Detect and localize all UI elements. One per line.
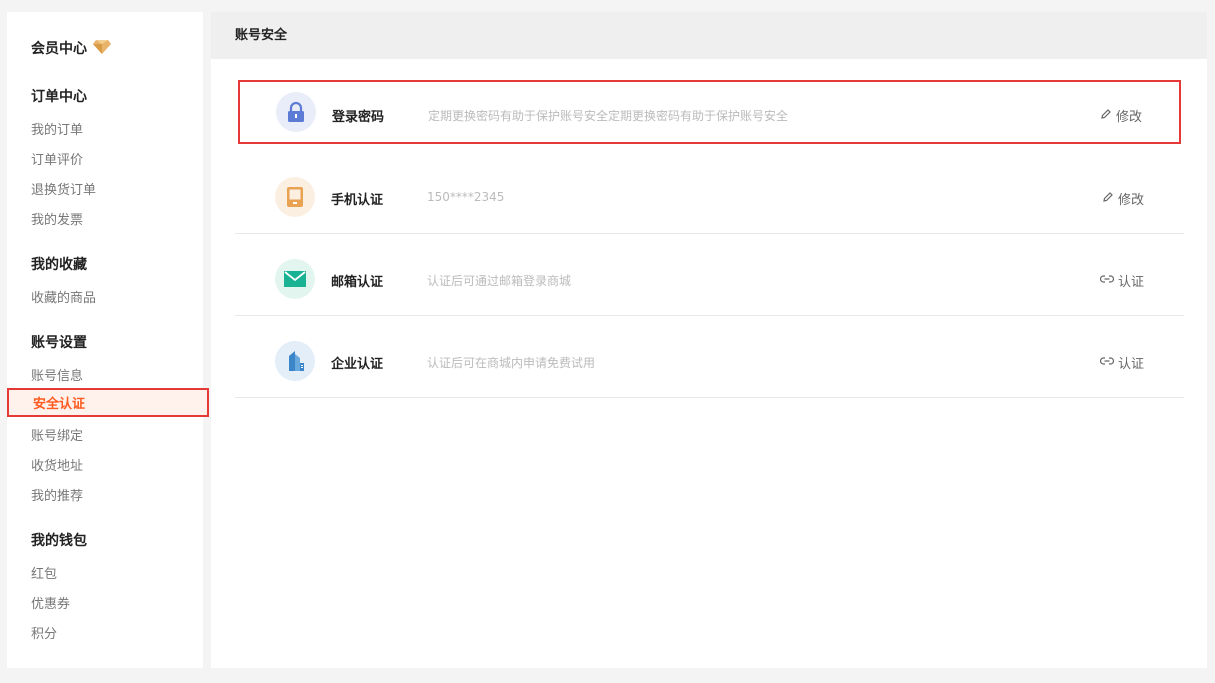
group-wallet-title: 我的钱包 (31, 533, 87, 549)
sidebar: 会员中心 订单中心 我的订单 订单评价 退换货订单 我的发票 我的收藏 收藏的商… (7, 12, 209, 668)
row-title: 登录密码 (332, 110, 385, 125)
row-description: 认证后可在商城内申请免费试用 (427, 356, 596, 370)
row-description: 定期更换密码有助于保护账号安全定期更换密码有助于保护账号安全 (428, 109, 789, 123)
action-label: 修改 (1115, 110, 1142, 125)
member-center-label: 会员中心 (31, 41, 87, 57)
pencil-icon (1102, 191, 1114, 207)
security-row-phone: 手机认证 150****2345 修改 (235, 151, 1184, 234)
sidebar-item-addresses[interactable]: 收货地址 (31, 455, 83, 474)
sidebar-item-my-orders[interactable]: 我的订单 (31, 119, 83, 138)
main-panel: 账号安全 登录密码 定期更换密码有助于保护账号安全定期更换密码有助于保护账号安全… (211, 12, 1207, 668)
link-icon (1099, 273, 1115, 289)
modify-password-button[interactable]: 修改 (1100, 106, 1142, 125)
lock-icon (276, 92, 316, 132)
pencil-icon (1100, 108, 1112, 124)
link-icon (1099, 355, 1115, 371)
sidebar-item-coupons[interactable]: 优惠券 (31, 593, 70, 612)
sidebar-item-favorite-products[interactable]: 收藏的商品 (31, 287, 96, 306)
sidebar-item-account-binding[interactable]: 账号绑定 (31, 425, 83, 444)
row-description: 150****2345 (427, 190, 505, 204)
group-favorites-title: 我的收藏 (31, 257, 87, 273)
sidebar-item-order-reviews[interactable]: 订单评价 (31, 149, 83, 168)
group-order-center-title: 订单中心 (31, 89, 87, 105)
modify-phone-button[interactable]: 修改 (1102, 189, 1144, 208)
row-description: 认证后可通过邮箱登录商城 (427, 274, 572, 288)
sidebar-item-points[interactable]: 积分 (31, 623, 57, 642)
phone-icon (275, 177, 315, 217)
building-icon (275, 341, 315, 381)
verify-email-button[interactable]: 认证 (1099, 271, 1144, 290)
sidebar-item-account-info[interactable]: 账号信息 (31, 365, 83, 384)
mail-icon (275, 259, 315, 299)
row-title: 手机认证 (331, 193, 384, 208)
security-row-enterprise: 企业认证 认证后可在商城内申请免费试用 认证 (235, 315, 1184, 398)
action-label: 认证 (1117, 275, 1144, 290)
row-title: 企业认证 (331, 357, 384, 372)
security-row-password: 登录密码 定期更换密码有助于保护账号安全定期更换密码有助于保护账号安全 修改 (238, 80, 1181, 144)
security-row-email: 邮箱认证 认证后可通过邮箱登录商城 认证 (235, 233, 1184, 316)
diamond-icon (93, 38, 111, 58)
sidebar-item-returns[interactable]: 退换货订单 (31, 179, 96, 198)
sidebar-item-invoices[interactable]: 我的发票 (31, 209, 83, 228)
sidebar-item-security[interactable]: 安全认证 (7, 388, 209, 417)
row-title: 邮箱认证 (331, 275, 384, 290)
verify-enterprise-button[interactable]: 认证 (1099, 353, 1144, 372)
sidebar-item-referrals[interactable]: 我的推荐 (31, 485, 83, 504)
action-label: 认证 (1117, 357, 1144, 372)
group-account-settings-title: 账号设置 (31, 335, 87, 351)
page-title: 账号安全 (211, 12, 1207, 59)
action-label: 修改 (1117, 193, 1144, 208)
sidebar-item-red-packets[interactable]: 红包 (31, 563, 57, 582)
member-center-title[interactable]: 会员中心 (31, 38, 111, 58)
